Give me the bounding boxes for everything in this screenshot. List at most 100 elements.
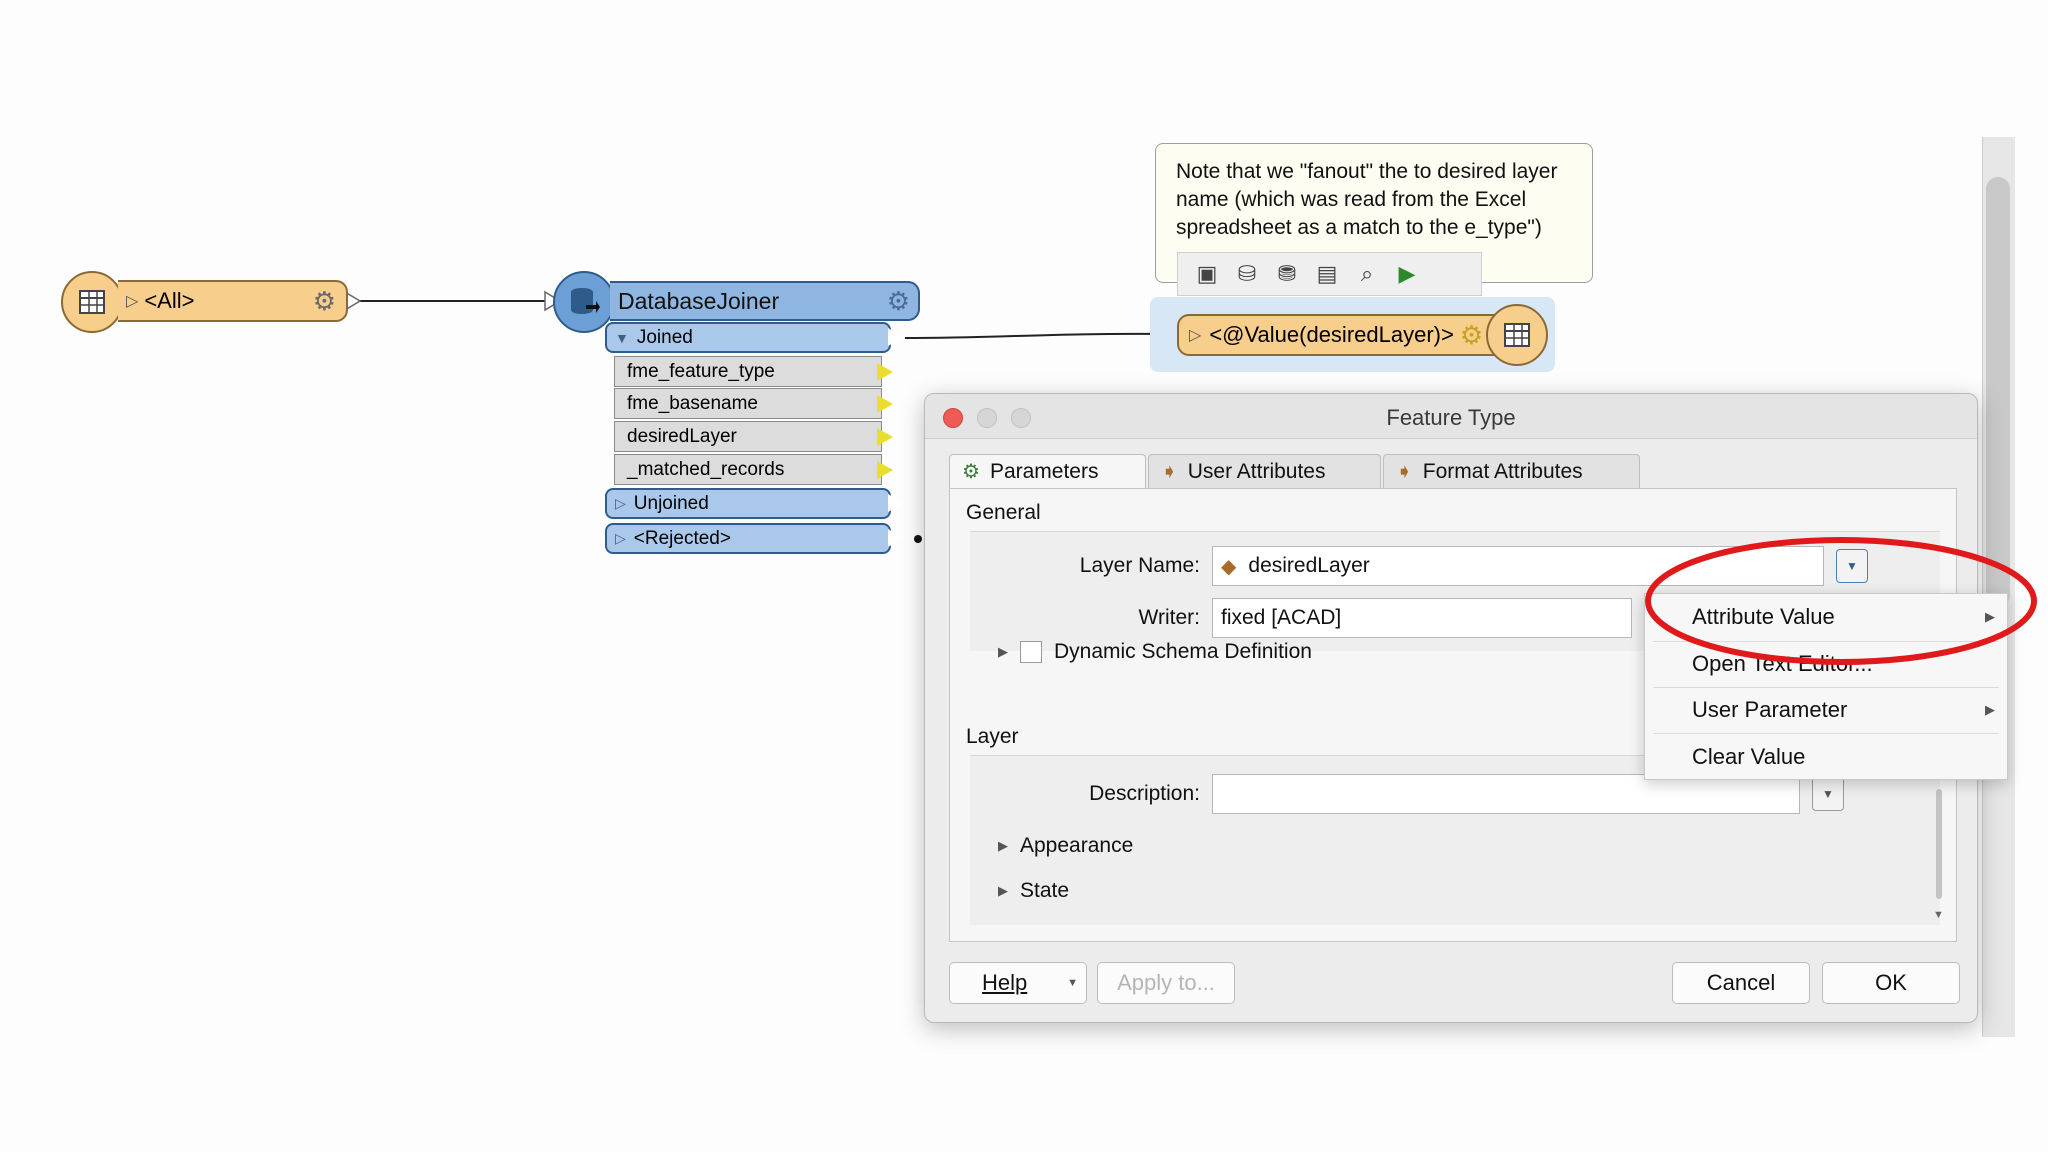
database-icon <box>571 288 600 314</box>
database-settings-icon[interactable]: ⛃ <box>1272 259 1302 289</box>
gear-icon[interactable]: ⚙ <box>313 288 336 314</box>
attribute-output-arrow-icon[interactable] <box>877 395 893 413</box>
writer-label: Writer: <box>1138 606 1200 629</box>
rejected-port[interactable]: ▷ <Rejected> <box>605 523 891 554</box>
dynamic-schema-row[interactable]: ▶ Dynamic Schema Definition <box>998 640 1312 664</box>
general-section-title: General <box>966 501 1041 524</box>
tab-label: Parameters <box>989 459 1099 483</box>
cancel-button[interactable]: Cancel <box>1672 962 1810 1004</box>
inspect-icon[interactable]: ▣ <box>1192 259 1222 289</box>
joined-to-writer-link <box>904 332 1166 339</box>
writer-field[interactable]: fixed [ACAD] <box>1212 598 1632 638</box>
unjoined-port-label: Unjoined <box>633 492 709 514</box>
attribute-output-arrow-icon[interactable] <box>877 428 893 446</box>
menu-item-label: User Parameter <box>1692 697 1848 722</box>
description-dropdown-button[interactable]: ▼ <box>1812 777 1844 811</box>
attribute-row: fme_basename <box>614 388 882 419</box>
node-toolbar: ▣ ⛁ ⛃ ▤ ⌕ ▶ <box>1177 252 1482 296</box>
unjoined-output-arrow-icon[interactable] <box>888 494 904 512</box>
menu-item-attribute-value[interactable]: Attribute Value ▶ <box>1645 594 2007 640</box>
attribute-label: fme_basename <box>627 392 758 414</box>
writer-node-icon[interactable] <box>1486 304 1548 366</box>
dialog-titlebar[interactable]: Feature Type <box>925 394 1977 439</box>
tab-user-attributes[interactable]: ➧ User Attributes <box>1148 454 1381 488</box>
menu-item-open-text-editor[interactable]: Open Text Editor... <box>1645 641 2007 687</box>
dialog-tabs: ⚙ Parameters ➧ User Attributes ➧ Format … <box>949 454 1642 488</box>
disclosure-triangle-icon[interactable]: ▶ <box>998 883 1008 899</box>
description-label: Description: <box>1089 782 1200 805</box>
writer-node[interactable]: ▷ <@Value(desiredLayer)> ⚙ <box>1177 314 1507 356</box>
menu-item-label: Open Text Editor... <box>1692 651 1873 676</box>
gear-icon[interactable]: ⚙ <box>887 288 910 314</box>
attribute-label: _matched_records <box>627 458 785 480</box>
attribute-output-arrow-icon[interactable] <box>877 461 893 479</box>
joiner-node-icon[interactable] <box>553 271 615 333</box>
expand-triangle-icon[interactable]: ▷ <box>126 291 138 311</box>
tab-label: User Attributes <box>1187 459 1326 483</box>
joiner-node[interactable]: DatabaseJoiner ⚙ <box>610 281 920 321</box>
expand-triangle-icon[interactable]: ▷ <box>615 530 626 547</box>
reader-node-icon[interactable] <box>61 271 123 333</box>
gear-icon: ⚙ <box>962 461 980 483</box>
expand-triangle-icon[interactable]: ▷ <box>615 495 626 512</box>
layer-name-field[interactable]: ◆ desiredLayer <box>1212 546 1824 586</box>
joined-output-arrow-icon[interactable] <box>888 328 904 346</box>
folder-icon[interactable]: ▤ <box>1312 259 1342 289</box>
canvas-scrollbar[interactable] <box>1982 137 2015 1037</box>
joined-port[interactable]: ▼ Joined <box>605 322 891 353</box>
scroll-down-arrow-icon[interactable]: ▼ <box>1933 909 1944 921</box>
search-icon[interactable]: ⌕ <box>1352 259 1382 289</box>
table-icon <box>79 290 105 314</box>
table-icon <box>1504 323 1530 347</box>
attribute-arrow-icon: ➧ <box>1396 461 1413 483</box>
state-label: State <box>1020 879 1070 902</box>
state-row[interactable]: ▶ State <box>998 879 1069 903</box>
disclosure-triangle-icon[interactable]: ▶ <box>998 838 1008 854</box>
layer-name-label: Layer Name: <box>1079 554 1200 577</box>
appearance-row[interactable]: ▶ Appearance <box>998 834 1133 858</box>
layer-section-title: Layer <box>966 725 1019 748</box>
menu-item-user-parameter[interactable]: User Parameter ▶ <box>1645 687 2007 733</box>
collapse-triangle-icon[interactable]: ▼ <box>615 330 629 346</box>
menu-item-label: Attribute Value <box>1692 604 1835 629</box>
help-dropdown-icon[interactable]: ▼ <box>1067 977 1078 989</box>
attribute-output-arrow-icon[interactable] <box>877 363 893 381</box>
writer-node-label: <@Value(desiredLayer)> <box>1209 322 1454 347</box>
layer-name-dropdown-button[interactable]: ▼ <box>1836 549 1868 583</box>
add-reader-icon[interactable]: ⛁ <box>1232 259 1262 289</box>
annotation-text: Note that we "fanout" the to desired lay… <box>1176 160 1558 239</box>
run-icon[interactable]: ▶ <box>1392 259 1422 289</box>
description-field[interactable] <box>1212 774 1800 814</box>
expand-triangle-icon[interactable]: ▷ <box>1189 325 1201 345</box>
tab-parameters[interactable]: ⚙ Parameters <box>949 454 1146 488</box>
unjoined-port[interactable]: ▷ Unjoined <box>605 488 891 519</box>
submenu-arrow-icon: ▶ <box>1985 702 1995 717</box>
dialog-title: Feature Type <box>1386 405 1516 430</box>
attribute-label: fme_feature_type <box>627 360 775 382</box>
apply-to-button[interactable]: Apply to... <box>1097 962 1235 1004</box>
layer-group: Description: ▼ ▶ Appearance ▶ State <box>970 755 1940 925</box>
canvas-scrollbar-thumb[interactable] <box>1986 177 2010 607</box>
writer-value: fixed [ACAD] <box>1221 606 1342 629</box>
attribute-row: fme_feature_type <box>614 356 882 387</box>
rejected-output-arrow-icon[interactable] <box>888 529 904 547</box>
help-button[interactable]: Help ▼ <box>949 962 1087 1004</box>
help-button-label: Help <box>982 970 1028 995</box>
panel-scrollbar-thumb[interactable] <box>1936 789 1942 899</box>
gear-icon[interactable]: ⚙ <box>1460 322 1483 348</box>
menu-item-clear-value[interactable]: Clear Value <box>1645 734 2007 780</box>
layer-name-value: desiredLayer <box>1248 554 1370 577</box>
tab-label: Format Attributes <box>1422 459 1583 483</box>
dynamic-schema-checkbox[interactable] <box>1020 641 1042 663</box>
ok-button[interactable]: OK <box>1822 962 1960 1004</box>
layer-name-context-menu: Attribute Value ▶ Open Text Editor... Us… <box>1644 593 2008 780</box>
attribute-value-icon: ◆ <box>1221 555 1237 578</box>
attribute-row: desiredLayer <box>614 421 882 452</box>
tab-format-attributes[interactable]: ➧ Format Attributes <box>1383 454 1640 488</box>
disclosure-triangle-icon[interactable]: ▶ <box>998 644 1008 660</box>
ok-button-label: OK <box>1875 970 1907 995</box>
reader-node-label: <All> <box>144 288 195 313</box>
attribute-arrow-icon: ➧ <box>1161 461 1178 483</box>
panel-scrollbar[interactable]: ▼ <box>1930 789 1948 929</box>
reader-node[interactable]: ▷ <All> ⚙ <box>118 280 348 322</box>
